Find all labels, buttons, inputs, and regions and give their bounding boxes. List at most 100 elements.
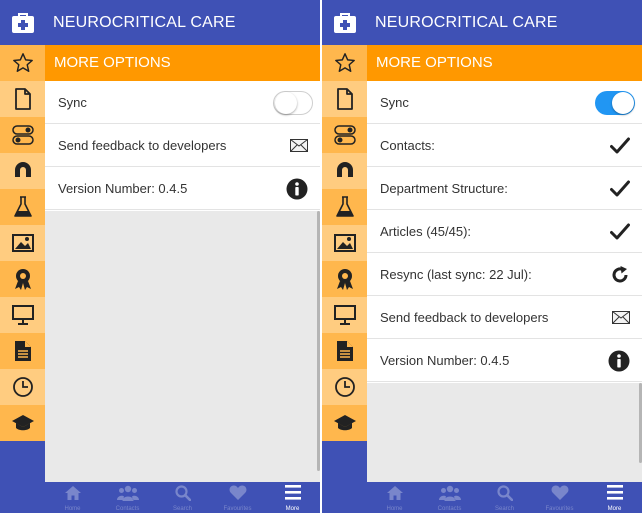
file-text-icon[interactable] — [0, 333, 45, 369]
feedback-row[interactable]: Send feedback to developers — [367, 296, 642, 339]
sidebar — [0, 45, 45, 513]
articles-sync-label: Articles (45/45): — [380, 224, 472, 239]
home-icon — [367, 485, 422, 501]
award-icon[interactable] — [0, 261, 45, 297]
flask-icon[interactable] — [0, 189, 45, 225]
medical-kit-icon[interactable] — [0, 0, 45, 45]
version-row: Version Number: 0.4.5 — [45, 167, 320, 210]
nav-more[interactable]: More — [587, 482, 642, 513]
nav-search[interactable]: Search — [155, 482, 210, 513]
checkmark-icon — [610, 167, 630, 210]
file-text-icon[interactable] — [322, 333, 367, 369]
app-title: NEUROCRITICAL CARE — [53, 14, 236, 31]
star-icon[interactable] — [0, 45, 45, 81]
toggle-knob — [275, 92, 297, 114]
sync-row: Sync — [45, 81, 320, 124]
monitor-icon[interactable] — [0, 297, 45, 333]
version-label: Version Number: 0.4.5 — [58, 181, 188, 196]
checkmark-icon — [610, 210, 630, 253]
nav-home[interactable]: Home — [367, 482, 422, 513]
nav-home[interactable]: Home — [45, 482, 100, 513]
heart-icon — [210, 485, 265, 501]
nav-contacts-label: Contacts — [115, 506, 140, 512]
nav-more-label: More — [285, 506, 300, 512]
feedback-label: Send feedback to developers — [58, 138, 227, 153]
sync-toggle[interactable] — [595, 91, 635, 115]
contacts-sync-row: Contacts: — [367, 124, 642, 167]
graduation-cap-icon[interactable] — [0, 405, 45, 441]
document-icon[interactable] — [322, 81, 367, 117]
heart-icon — [532, 485, 587, 501]
nav-contacts-label: Contacts — [437, 506, 462, 512]
screen-sync-on: NEUROCRITICAL CARE MORE OPTIONS Sync Con… — [322, 0, 642, 513]
home-icon — [45, 485, 100, 501]
nav-favourites[interactable]: Favourites — [210, 482, 265, 513]
options-list: Sync Send feedback to developers Version… — [45, 81, 320, 210]
nav-favourites[interactable]: Favourites — [532, 482, 587, 513]
bottom-nav: Home Contacts Search Favourites More — [45, 482, 320, 513]
section-header: MORE OPTIONS — [367, 45, 642, 81]
version-row: Version Number: 0.4.5 — [367, 339, 642, 382]
bottom-nav: Home Contacts Search Favourites More — [367, 482, 642, 513]
nav-search[interactable]: Search — [477, 482, 532, 513]
magnet-icon[interactable] — [0, 153, 45, 189]
feedback-row[interactable]: Send feedback to developers — [45, 124, 320, 167]
app-title: NEUROCRITICAL CARE — [375, 14, 558, 31]
toggles-icon[interactable] — [322, 117, 367, 153]
graduation-cap-icon[interactable] — [322, 405, 367, 441]
sync-toggle[interactable] — [273, 91, 313, 115]
clock-icon[interactable] — [322, 369, 367, 405]
version-label: Version Number: 0.4.5 — [380, 353, 510, 368]
flask-icon[interactable] — [322, 189, 367, 225]
refresh-icon[interactable] — [610, 253, 630, 296]
screen-sync-off: NEUROCRITICAL CARE MORE OPTIONS Sync Sen… — [0, 0, 320, 513]
articles-sync-row: Articles (45/45): — [367, 210, 642, 253]
sync-label: Sync — [58, 95, 87, 110]
menu-icon — [265, 485, 320, 500]
nav-contacts[interactable]: Contacts — [100, 482, 155, 513]
department-sync-row: Department Structure: — [367, 167, 642, 210]
toggles-icon[interactable] — [0, 117, 45, 153]
sync-label: Sync — [380, 95, 409, 110]
nav-search-label: Search — [494, 506, 514, 512]
nav-search-label: Search — [172, 506, 192, 512]
app-bar: NEUROCRITICAL CARE — [322, 0, 642, 45]
contacts-sync-label: Contacts: — [380, 138, 435, 153]
info-icon[interactable] — [286, 167, 308, 210]
section-header: MORE OPTIONS — [45, 45, 320, 81]
menu-icon — [587, 485, 642, 500]
nav-home-label: Home — [386, 506, 403, 512]
resync-row[interactable]: Resync (last sync: 22 Jul): — [367, 253, 642, 296]
nav-contacts[interactable]: Contacts — [422, 482, 477, 513]
picture-icon[interactable] — [0, 225, 45, 261]
app-bar: NEUROCRITICAL CARE — [0, 0, 320, 45]
envelope-icon — [612, 296, 630, 339]
nav-more[interactable]: More — [265, 482, 320, 513]
monitor-icon[interactable] — [322, 297, 367, 333]
content-empty-area — [367, 383, 642, 482]
nav-favourites-label: Favourites — [223, 506, 252, 512]
magnet-icon[interactable] — [322, 153, 367, 189]
scrollbar[interactable] — [317, 211, 320, 471]
award-icon[interactable] — [322, 261, 367, 297]
people-icon — [422, 485, 477, 501]
medical-kit-icon[interactable] — [322, 0, 367, 45]
clock-icon[interactable] — [0, 369, 45, 405]
document-icon[interactable] — [0, 81, 45, 117]
nav-favourites-label: Favourites — [545, 506, 574, 512]
people-icon — [100, 485, 155, 501]
resync-label: Resync (last sync: 22 Jul): — [380, 267, 532, 282]
search-icon — [155, 485, 210, 501]
sync-row: Sync — [367, 81, 642, 124]
nav-more-label: More — [607, 506, 622, 512]
toggle-knob — [612, 92, 634, 114]
nav-home-label: Home — [64, 506, 81, 512]
content-empty-area — [45, 211, 320, 482]
envelope-icon — [290, 124, 308, 167]
department-sync-label: Department Structure: — [380, 181, 508, 196]
info-icon[interactable] — [608, 339, 630, 382]
star-icon[interactable] — [322, 45, 367, 81]
picture-icon[interactable] — [322, 225, 367, 261]
checkmark-icon — [610, 124, 630, 167]
sidebar — [322, 45, 367, 513]
